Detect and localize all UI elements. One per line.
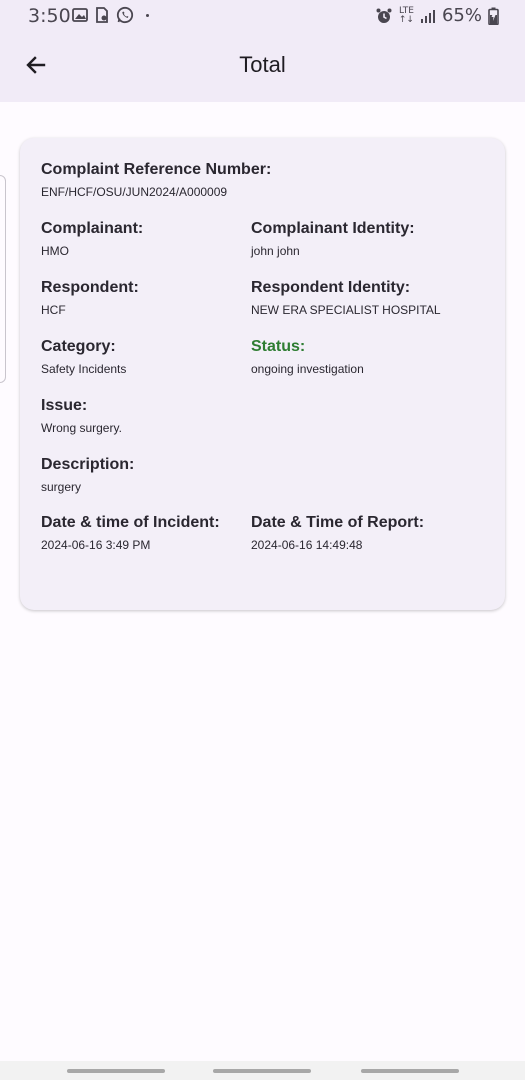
incident-datetime-label: Date & time of Incident: xyxy=(41,514,220,531)
gallery-icon xyxy=(72,8,88,22)
category-field: Category: Safety Incidents xyxy=(41,338,126,376)
status-label: Status: xyxy=(251,338,306,355)
status-bar: 3:50 LTE ↑↓ 65% xyxy=(0,0,525,32)
complaint-details-card: Complaint Reference Number: ENF/HCF/OSU/… xyxy=(20,138,505,610)
nav-home-handle[interactable] xyxy=(213,1069,311,1073)
reference-field: Complaint Reference Number: ENF/HCF/OSU/… xyxy=(41,161,271,199)
nav-recents-handle[interactable] xyxy=(67,1069,165,1073)
respondent-value: HCF xyxy=(41,303,66,317)
category-value: Safety Incidents xyxy=(41,362,127,376)
complainant-identity-value: john john xyxy=(251,244,300,258)
respondent-field: Respondent: HCF xyxy=(41,279,139,317)
more-notifications-dot xyxy=(146,13,149,17)
data-arrows-icon: ↑↓ xyxy=(398,14,414,25)
network-type: LTE ↑↓ xyxy=(398,5,414,25)
issue-label: Issue: xyxy=(41,397,88,414)
system-nav-bar xyxy=(0,1061,525,1080)
battery-charging-icon xyxy=(488,7,499,25)
complainant-label: Complainant: xyxy=(41,220,144,237)
reference-label: Complaint Reference Number: xyxy=(41,161,272,178)
signal-icon xyxy=(420,9,435,23)
report-datetime-field: Date & Time of Report: 2024-06-16 14:49:… xyxy=(251,514,424,552)
notification-icons xyxy=(72,6,149,24)
description-label: Description: xyxy=(41,456,135,473)
respondent-identity-field: Respondent Identity: NEW ERA SPECIALIST … xyxy=(251,279,441,317)
alarm-icon xyxy=(376,8,392,23)
respondent-label: Respondent: xyxy=(41,279,139,296)
status-time: 3:50 xyxy=(28,5,71,27)
status-value: ongoing investigation xyxy=(251,362,364,376)
report-datetime-label: Date & Time of Report: xyxy=(251,514,425,531)
complainant-identity-field: Complainant Identity: john john xyxy=(251,220,415,258)
battery-percent: 65% xyxy=(441,5,482,26)
complainant-identity-label: Complainant Identity: xyxy=(251,220,415,237)
respondent-identity-label: Respondent Identity: xyxy=(251,279,411,296)
page-title: Total xyxy=(239,52,286,77)
incident-datetime-field: Date & time of Incident: 2024-06-16 3:49… xyxy=(41,514,220,552)
whatsapp-icon xyxy=(116,6,134,24)
status-indicators: LTE ↑↓ 65% xyxy=(375,5,499,26)
respondent-identity-value: NEW ERA SPECIALIST HOSPITAL xyxy=(251,303,441,317)
incident-datetime-value: 2024-06-16 3:49 PM xyxy=(41,538,151,552)
issue-field: Issue: Wrong surgery. xyxy=(41,397,122,435)
issue-value: Wrong surgery. xyxy=(41,421,122,435)
app-bar: Total xyxy=(0,32,525,102)
previous-card-edge[interactable] xyxy=(0,175,6,383)
complainant-field: Complainant: HMO xyxy=(41,220,143,258)
document-icon xyxy=(96,7,108,23)
nav-back-handle[interactable] xyxy=(361,1069,459,1073)
category-label: Category: xyxy=(41,338,116,355)
description-value: surgery xyxy=(41,480,82,494)
status-field: Status: ongoing investigation xyxy=(251,338,364,376)
reference-value: ENF/HCF/OSU/JUN2024/A000009 xyxy=(41,185,228,199)
complainant-value: HMO xyxy=(41,244,69,258)
description-field: Description: surgery xyxy=(41,456,134,494)
report-datetime-value: 2024-06-16 14:49:48 xyxy=(251,538,363,552)
